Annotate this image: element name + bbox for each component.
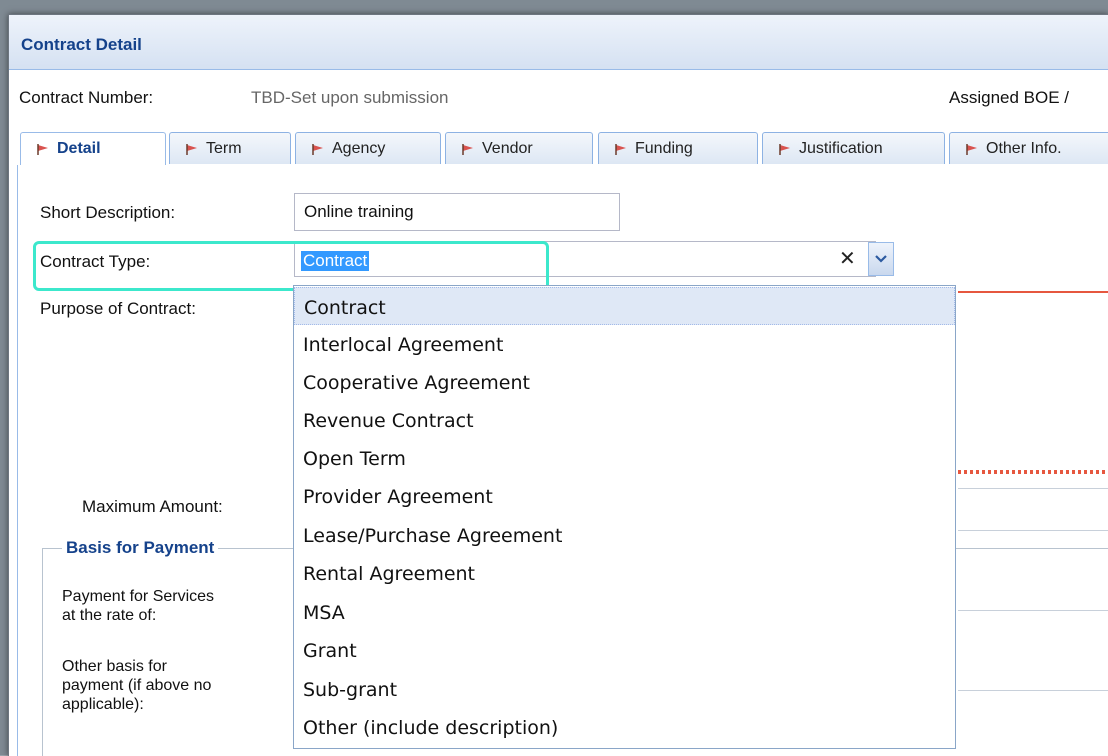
- max-amount-input-edge: [958, 488, 1108, 489]
- tab-label: Agency: [332, 140, 386, 157]
- dropdown-option[interactable]: Other (include description): [294, 708, 955, 746]
- annotation-highlight-box: [33, 241, 549, 291]
- tab-label: Other Info.: [986, 140, 1062, 157]
- tab-label: Vendor: [482, 140, 533, 157]
- dropdown-trigger-button[interactable]: [868, 242, 894, 276]
- clear-icon[interactable]: ✕: [839, 246, 856, 270]
- tab-other-info[interactable]: Other Info.: [949, 132, 1108, 164]
- dropdown-option[interactable]: Sub-grant: [294, 670, 955, 708]
- payment-rate-input-edge: [958, 610, 1108, 611]
- assigned-boe-label: Assigned BOE /: [949, 88, 1070, 107]
- dropdown-option[interactable]: Provider Agreement: [294, 477, 955, 515]
- flag-icon: [312, 143, 323, 155]
- max-amount-label: Maximum Amount:: [82, 497, 223, 516]
- dropdown-option[interactable]: MSA: [294, 593, 955, 631]
- dropdown-option[interactable]: Lease/Purchase Agreement: [294, 516, 955, 554]
- tab-label: Justification: [799, 140, 883, 157]
- chevron-down-icon: [875, 255, 887, 263]
- tab-label: Funding: [635, 140, 693, 157]
- dropdown-option[interactable]: Interlocal Agreement: [294, 325, 955, 363]
- flag-icon: [462, 143, 473, 155]
- tab-bar: Detail Term Agency Vendor Funding Justif…: [17, 128, 1108, 166]
- short-description-label: Short Description:: [40, 203, 176, 222]
- dropdown-option[interactable]: Contract: [294, 287, 955, 325]
- short-description-value: Online training: [304, 202, 414, 221]
- dropdown-option[interactable]: Open Term: [294, 439, 955, 477]
- dropdown-option[interactable]: Grant: [294, 631, 955, 669]
- payment-services-label-line2: at the rate of:: [62, 607, 157, 624]
- purpose-textarea-invalid-edge: [958, 470, 1108, 474]
- panel-title: Contract Detail: [21, 35, 142, 54]
- flag-icon: [966, 143, 977, 155]
- tab-agency[interactable]: Agency: [295, 132, 441, 164]
- flag-icon: [37, 143, 48, 155]
- tab-term[interactable]: Term: [169, 132, 291, 164]
- contract-number-value: TBD-Set upon submission: [251, 88, 449, 107]
- flag-icon: [615, 143, 626, 155]
- tab-justification[interactable]: Justification: [762, 132, 945, 164]
- short-description-input[interactable]: Online training: [294, 193, 620, 231]
- other-basis-label-line2: payment (if above no: [62, 677, 212, 694]
- flag-icon: [779, 143, 790, 155]
- dropdown-option[interactable]: Cooperative Agreement: [294, 363, 955, 401]
- other-basis-input-edge: [958, 690, 1108, 691]
- tab-funding[interactable]: Funding: [598, 132, 758, 164]
- tab-vendor[interactable]: Vendor: [445, 132, 593, 164]
- purpose-textarea-edge: [958, 291, 1108, 293]
- max-amount-input-edge: [958, 530, 1108, 531]
- other-basis-label-line1: Other basis for: [62, 658, 167, 675]
- contract-number-label: Contract Number:: [19, 88, 154, 107]
- other-basis-label-line3: applicable):: [62, 696, 144, 713]
- panel-header: Contract Detail: [9, 15, 1108, 70]
- basis-for-payment-legend: Basis for Payment: [62, 538, 219, 558]
- contract-type-dropdown-list: Contract Interlocal Agreement Cooperativ…: [293, 285, 956, 749]
- tab-label: Detail: [57, 140, 101, 157]
- dropdown-option[interactable]: Revenue Contract: [294, 401, 955, 439]
- purpose-label: Purpose of Contract:: [40, 299, 196, 318]
- flag-icon: [186, 143, 197, 155]
- tab-label: Term: [206, 140, 242, 157]
- payment-services-label-line1: Payment for Services: [62, 588, 215, 605]
- tab-detail[interactable]: Detail: [20, 132, 166, 165]
- dropdown-option[interactable]: Rental Agreement: [294, 554, 955, 592]
